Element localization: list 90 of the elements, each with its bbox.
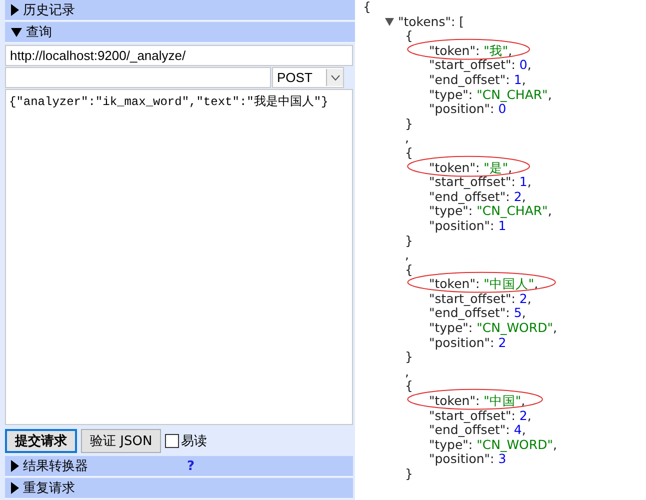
json-comma: ,	[527, 408, 532, 424]
json-key: "token":	[429, 277, 484, 292]
json-string: "CN_WORD"	[476, 321, 553, 336]
section-header[interactable]: 查询	[5, 22, 355, 43]
json-key: "end_offset":	[429, 72, 514, 88]
json-key: "type":	[429, 438, 477, 452]
json-number: 2	[498, 336, 506, 350]
json-key: "end_offset":	[429, 306, 514, 322]
json-comma: ,	[508, 44, 512, 58]
section-title: 查询	[26, 24, 53, 41]
json-comma: ,	[527, 292, 532, 306]
json-number: 2	[514, 190, 522, 204]
json-number: 2	[519, 292, 528, 306]
json-number: 1	[514, 72, 522, 88]
json-key: "end_offset":	[429, 190, 514, 204]
request-body-field[interactable]: {"analyzer":"ik_max_word","text":"我是中国人"}	[5, 89, 353, 425]
section-title: 历史记录	[23, 2, 76, 19]
json-brace: }	[405, 350, 413, 365]
json-number: 5	[514, 306, 522, 322]
json-key: "token":	[429, 160, 484, 176]
json-comma: ,	[552, 321, 557, 336]
json-key: "start_offset":	[429, 292, 520, 306]
json-comma: ,	[548, 88, 552, 102]
section-title: 结果转换器	[23, 458, 89, 475]
json-comma: ,	[405, 131, 409, 146]
json-string: "我"	[484, 44, 508, 58]
json-comma: ,	[522, 190, 526, 204]
expand-triangle-icon[interactable]	[11, 4, 19, 16]
section-header[interactable]: 重复请求	[5, 478, 353, 499]
json-string: "中国人"	[484, 277, 534, 292]
json-brace: {	[405, 29, 413, 44]
validate-button[interactable]: 验证 JSON	[81, 429, 162, 453]
json-key: "type":	[429, 321, 477, 336]
json-string: "中国"	[484, 394, 522, 409]
method-dropdown[interactable]: POST	[272, 67, 344, 88]
json-key: "position":	[429, 336, 498, 350]
json-brace: {	[363, 0, 371, 15]
json-key: "tokens": [	[398, 14, 464, 30]
url-field[interactable]: http://localhost:9200/_analyze/	[5, 45, 353, 66]
checkbox[interactable]	[165, 434, 180, 448]
json-brace: {	[405, 379, 413, 394]
json-comma: ,	[522, 306, 526, 322]
json-number: 1	[519, 175, 528, 190]
json-key: "end_offset":	[429, 423, 514, 438]
section-title: 重复请求	[23, 480, 76, 497]
json-key: "position":	[429, 218, 498, 234]
checkbox-label[interactable]: 易读	[181, 432, 208, 450]
json-comma: ,	[552, 438, 557, 452]
json-number: 1	[498, 218, 506, 234]
json-comma: ,	[508, 160, 512, 176]
json-key: "start_offset":	[429, 175, 520, 190]
json-key: "position":	[429, 102, 498, 117]
json-comma: ,	[527, 175, 532, 190]
chevron-down-icon	[330, 74, 340, 80]
json-string: "CN_CHAR"	[476, 88, 548, 102]
json-key: "start_offset":	[429, 58, 520, 73]
json-comma: ,	[522, 72, 526, 88]
json-key: "token":	[429, 394, 484, 409]
json-string: "是"	[484, 160, 508, 176]
json-key: "token":	[429, 44, 484, 58]
section-header[interactable]: 结果转换器 ?	[5, 456, 353, 477]
collapse-triangle-icon[interactable]	[11, 28, 22, 36]
collapse-triangle-icon[interactable]	[385, 18, 394, 26]
help-link[interactable]: ?	[187, 458, 347, 474]
json-key: "type":	[429, 88, 477, 102]
submit-button[interactable]: 提交请求	[5, 429, 77, 453]
json-number: 2	[519, 408, 528, 424]
json-comma: ,	[548, 204, 552, 219]
json-brace: }	[405, 116, 413, 132]
json-comma: ,	[405, 364, 409, 380]
json-string: "CN_WORD"	[476, 438, 553, 452]
json-number: 0	[498, 102, 506, 117]
json-brace: }	[405, 234, 413, 248]
json-key: "position":	[429, 452, 498, 467]
expand-triangle-icon[interactable]	[11, 482, 19, 494]
input-field[interactable]	[5, 67, 271, 88]
json-number: 0	[519, 58, 528, 73]
json-string: "CN_CHAR"	[476, 204, 548, 219]
json-brace: {	[405, 146, 413, 161]
json-comma: ,	[522, 423, 526, 438]
json-number: 4	[514, 423, 522, 438]
json-number: 3	[498, 452, 506, 467]
json-comma: ,	[405, 248, 409, 263]
json-brace: }	[405, 467, 413, 482]
json-brace: {	[405, 262, 413, 278]
expand-triangle-icon[interactable]	[11, 460, 19, 472]
json-key: "start_offset":	[429, 408, 520, 424]
section-header[interactable]: 历史记录	[5, 0, 355, 21]
json-key: "type":	[429, 204, 477, 219]
json-comma: ,	[527, 58, 532, 73]
